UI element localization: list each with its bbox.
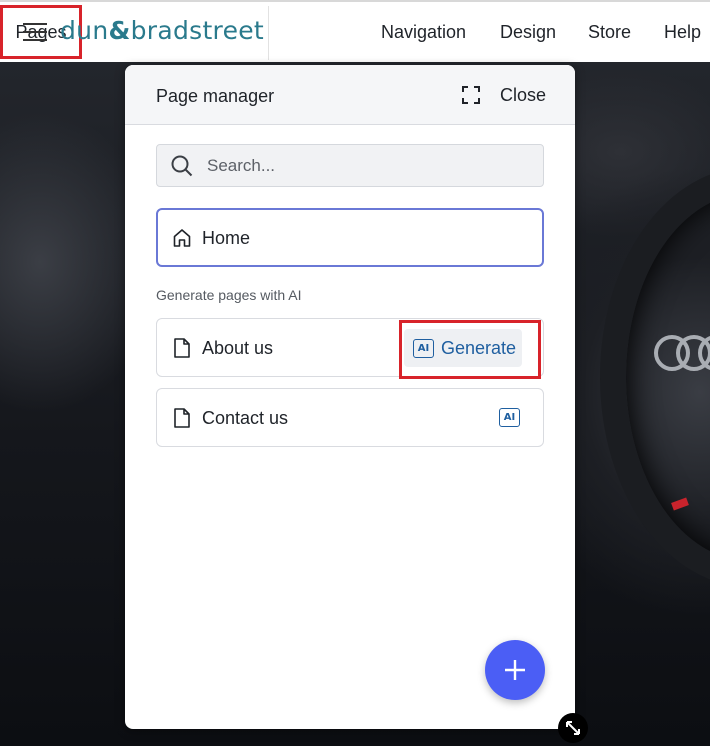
logo-amp: & <box>108 16 131 45</box>
plus-icon <box>505 660 525 680</box>
search-icon <box>171 155 193 177</box>
panel-header: Page manager Close <box>125 65 575 125</box>
nav-help[interactable]: Help <box>664 22 701 43</box>
page-item-contact-us[interactable]: Contact us <box>156 388 544 447</box>
page-item-label: Contact us <box>202 408 289 428</box>
car-logo <box>654 335 710 375</box>
page-item-home[interactable]: Home <box>156 208 544 267</box>
page-icon <box>174 338 190 358</box>
ai-icon[interactable]: AI <box>499 408 520 427</box>
section-label: Generate pages with AI <box>156 287 302 303</box>
page-item-label: About us <box>202 338 274 358</box>
logo: dun&bradstreet <box>60 16 264 45</box>
nav-store[interactable]: Store <box>588 22 631 43</box>
add-page-button[interactable] <box>485 640 545 700</box>
logo-text-right: bradstreet <box>130 16 265 45</box>
page-icon <box>174 408 190 428</box>
menu-icon[interactable] <box>23 23 47 41</box>
search-box <box>156 144 544 187</box>
nav-design[interactable]: Design <box>500 22 556 43</box>
panel-title: Page manager <box>156 86 275 106</box>
highlight-box <box>399 320 541 379</box>
nav-divider <box>268 6 269 60</box>
page-item-label: Home <box>202 228 251 248</box>
page-manager-panel: Page manager Close Home Generate pages w… <box>125 65 575 729</box>
resize-icon[interactable] <box>558 713 588 743</box>
logo-text-left: dun <box>60 16 109 45</box>
steering-wheel <box>600 167 710 587</box>
search-input[interactable] <box>207 153 527 179</box>
close-button[interactable]: Close <box>500 85 546 106</box>
expand-icon[interactable] <box>461 85 481 105</box>
home-icon <box>173 229 191 247</box>
nav-navigation[interactable]: Navigation <box>381 22 466 43</box>
top-nav-bar: dun&bradstreet Pages Navigation Design S… <box>0 0 710 62</box>
